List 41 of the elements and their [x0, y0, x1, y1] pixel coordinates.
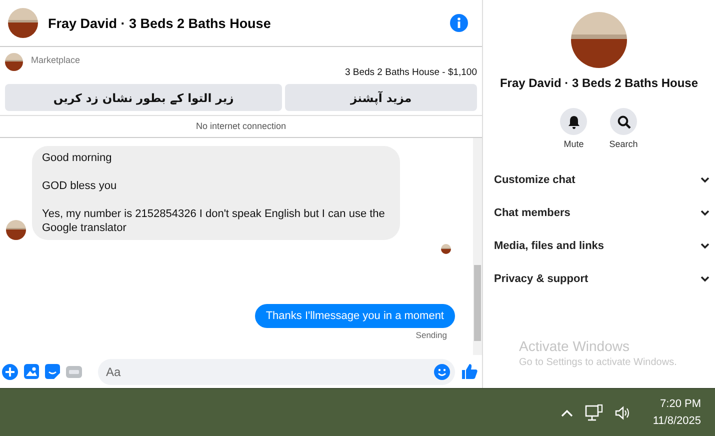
section-header[interactable]: Media, files and links	[483, 229, 715, 262]
message-text: Thanks I'llmessage you in a moment	[266, 309, 444, 323]
section-header[interactable]: Customize chat	[483, 163, 715, 196]
scrollbar[interactable]	[473, 138, 482, 355]
info-icon[interactable]	[450, 14, 468, 32]
connection-notice: No internet connection	[0, 116, 482, 138]
clock-date[interactable]: 11/8/2025	[652, 412, 701, 430]
message-text: Good morning	[42, 151, 113, 165]
bell-icon	[566, 114, 581, 128]
chevron-icon	[700, 240, 710, 250]
listing-source: Marketplace	[31, 55, 80, 67]
chevron-icon	[700, 174, 710, 184]
clock-time[interactable]: 7:20 PM	[660, 396, 701, 412]
thumbs-up-icon[interactable]	[461, 363, 478, 380]
avatar-photo	[5, 53, 23, 71]
chevron-icon	[700, 274, 710, 284]
network-icon[interactable]	[584, 404, 603, 421]
sticker-icon[interactable]	[45, 364, 60, 379]
chevron-icon	[700, 208, 710, 218]
message-text: GOD bless you	[42, 179, 118, 193]
plus-icon[interactable]	[2, 364, 18, 380]
image-icon[interactable]	[24, 364, 39, 379]
profile-title: Fray David · 3 Beds 2 Baths House	[500, 76, 698, 90]
avatar-photo	[8, 8, 38, 38]
activation-text: Go to Settings to activate Windows.	[519, 357, 677, 368]
listing-action-button[interactable]: مزید آپشنز	[285, 84, 477, 111]
caret-up-icon[interactable]	[560, 408, 573, 416]
section-header[interactable]: Chat members	[483, 196, 715, 229]
avatar-photo	[441, 244, 451, 254]
activation-title: Activate Windows	[519, 338, 630, 354]
message-text: Yes, my number is 2152854326 I don't speak English but I can use the Google translator	[42, 207, 386, 235]
message-input[interactable]: Aa	[98, 358, 455, 384]
section-header[interactable]: Privacy & support	[483, 262, 715, 295]
message-status: Sending	[414, 330, 447, 340]
search-icon	[616, 114, 630, 128]
avatar-photo	[6, 220, 26, 240]
listing-title: 3 Beds 2 Baths House - $1,100	[344, 67, 477, 78]
emoji-icon[interactable]	[434, 364, 450, 380]
listing-action-button[interactable]: زیر التوا کے بطور نشان زد کریں	[5, 84, 282, 111]
chat-title: Fray David · 3 Beds 2 Baths House	[48, 16, 272, 30]
speaker-icon[interactable]	[614, 406, 631, 420]
